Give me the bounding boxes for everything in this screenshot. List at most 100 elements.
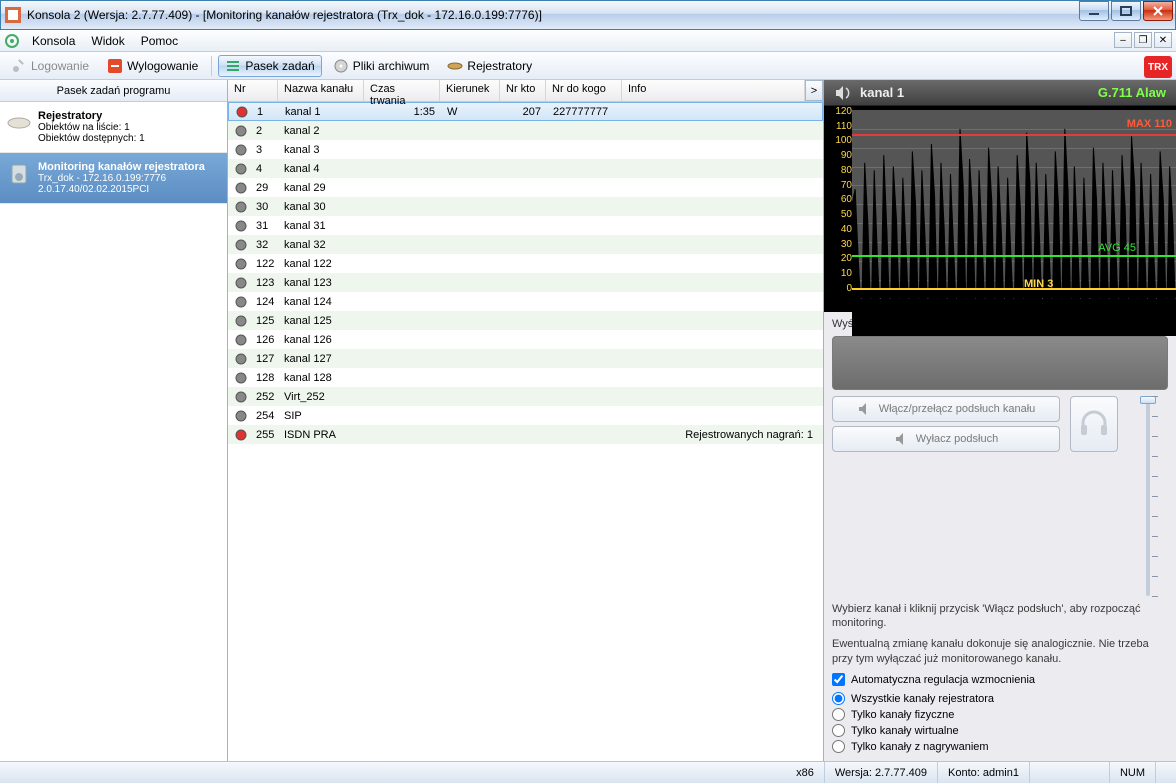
record-idle-icon: [234, 162, 248, 176]
mdi-restore[interactable]: ❐: [1134, 32, 1152, 48]
menu-pomoc[interactable]: Pomoc: [133, 32, 186, 50]
agc-input[interactable]: [832, 673, 845, 686]
device-icon: [447, 58, 463, 74]
table-row[interactable]: 254 SIP: [228, 406, 823, 425]
headphones-icon: [1077, 407, 1111, 441]
filter-radio-input[interactable]: [832, 708, 845, 721]
menu-widok[interactable]: Widok: [83, 32, 132, 50]
agc-label: Automatyczna regulacja wzmocnienia: [851, 674, 1035, 686]
archive-label: Pliki archiwum: [353, 59, 430, 73]
toolbar-separator: [211, 56, 212, 76]
sidebar-title: Pasek zadań programu: [0, 80, 227, 102]
stop-listen-button[interactable]: Wyłacz podsłuch: [832, 426, 1060, 452]
record-idle-icon: [234, 371, 248, 385]
sidebar-item[interactable]: Monitoring kanałów rejestratoraTrx_dok -…: [0, 153, 227, 204]
maximize-button[interactable]: [1111, 1, 1141, 21]
record-active-icon: [235, 105, 249, 119]
speaker-small-icon: [857, 401, 873, 417]
chart-codec: G.711 Alaw: [1098, 85, 1166, 100]
stop-listen-label: Wyłacz podsłuch: [916, 433, 998, 445]
table-row[interactable]: 123 kanal 123: [228, 273, 823, 292]
table-row[interactable]: 128 kanal 128: [228, 368, 823, 387]
filter-radio[interactable]: Tylko kanały wirtualne: [832, 724, 1168, 737]
speaker-mute-icon: [894, 431, 910, 447]
status-account: Konto: admin1: [938, 762, 1030, 783]
login-label: Logowanie: [31, 59, 89, 73]
record-idle-icon: [234, 238, 248, 252]
menu-konsola[interactable]: Konsola: [24, 32, 83, 50]
recorders-button[interactable]: Rejestratory: [440, 55, 539, 77]
agc-checkbox[interactable]: Automatyczna regulacja wzmocnienia: [832, 673, 1168, 686]
record-idle-icon: [234, 181, 248, 195]
table-row[interactable]: 4 kanal 4: [228, 159, 823, 178]
avg-line: [852, 255, 1176, 257]
mdi-minimize[interactable]: ‒: [1114, 32, 1132, 48]
col-dir[interactable]: Kierunek: [440, 80, 500, 101]
col-info[interactable]: Info: [622, 80, 805, 101]
col-to[interactable]: Nr do kogo: [546, 80, 622, 101]
table-row[interactable]: 127 kanal 127: [228, 349, 823, 368]
sidebar-item[interactable]: RejestratoryObiektów na liście: 1Obiektó…: [0, 102, 227, 153]
col-name[interactable]: Nazwa kanału: [278, 80, 364, 101]
brand-logo: TRX: [1144, 56, 1172, 78]
disc-icon: [333, 58, 349, 74]
status-arch: x86: [786, 762, 825, 783]
level-chart: kanal 1 G.711 Alaw 120110100908070605040…: [824, 80, 1176, 312]
filter-radio[interactable]: Tylko kanały fizyczne: [832, 708, 1168, 721]
table-row[interactable]: 3 kanal 3: [228, 140, 823, 159]
table-row[interactable]: 31 kanal 31: [228, 216, 823, 235]
table-row[interactable]: 255 ISDN PRA Rejestrowanych nagrań: 1: [228, 425, 823, 444]
speaker-icon: [834, 84, 852, 102]
table-row[interactable]: 1 kanal 1 1:35 W 207 227777777: [228, 102, 823, 121]
record-idle-icon: [234, 219, 248, 233]
toolbar: Logowanie Wylogowanie Pasek zadań Pliki …: [0, 52, 1176, 80]
table-row[interactable]: 30 kanal 30: [228, 197, 823, 216]
archive-button[interactable]: Pliki archiwum: [326, 55, 437, 77]
filter-radio-input[interactable]: [832, 740, 845, 753]
col-nr[interactable]: Nr: [228, 80, 278, 101]
scroll-right-button[interactable]: >: [805, 80, 823, 101]
col-dur[interactable]: Czas trwania: [364, 80, 440, 101]
mdi-close[interactable]: ✕: [1154, 32, 1172, 48]
table-row[interactable]: 252 Virt_252: [228, 387, 823, 406]
minimize-button[interactable]: [1079, 1, 1109, 21]
table-row[interactable]: 125 kanal 125: [228, 311, 823, 330]
status-grip: [1156, 762, 1176, 783]
table-row[interactable]: 124 kanal 124: [228, 292, 823, 311]
right-panel: kanal 1 G.711 Alaw 120110100908070605040…: [824, 80, 1176, 761]
app-icon: [5, 7, 21, 23]
min-label: MIN 3: [1024, 278, 1053, 290]
login-button[interactable]: Logowanie: [4, 55, 96, 77]
logout-label: Wylogowanie: [127, 59, 198, 73]
app-small-icon: [4, 33, 20, 49]
titlebar: Konsola 2 (Wersja: 2.7.77.409) - [Monito…: [0, 0, 1176, 30]
logout-button[interactable]: Wylogowanie: [100, 55, 205, 77]
listen-button[interactable]: Włącz/przełącz podsłuch kanału: [832, 396, 1060, 422]
close-button[interactable]: [1143, 1, 1173, 21]
window-title: Konsola 2 (Wersja: 2.7.77.409) - [Monito…: [27, 8, 1171, 22]
table-row[interactable]: 2 kanal 2: [228, 121, 823, 140]
col-who[interactable]: Nr kto: [500, 80, 546, 101]
help-text-1: Wybierz kanał i kliknij przycisk 'Włącz …: [832, 602, 1168, 632]
table-row[interactable]: 126 kanal 126: [228, 330, 823, 349]
max-line: [852, 134, 1176, 136]
filter-radio[interactable]: Tylko kanały z nagrywaniem: [832, 740, 1168, 753]
volume-slider[interactable]: [1128, 396, 1168, 596]
record-idle-icon: [234, 124, 248, 138]
filter-radio-input[interactable]: [832, 724, 845, 737]
record-idle-icon: [234, 295, 248, 309]
table-row[interactable]: 32 kanal 32: [228, 235, 823, 254]
table-row[interactable]: 29 kanal 29: [228, 178, 823, 197]
table-row[interactable]: 122 kanal 122: [228, 254, 823, 273]
filter-radio[interactable]: Wszystkie kanały rejestratora: [832, 692, 1168, 705]
max-label: MAX 110: [1127, 118, 1172, 130]
channel-list: Nr Nazwa kanału Czas trwania Kierunek Nr…: [228, 80, 824, 761]
record-idle-icon: [234, 390, 248, 404]
record-idle-icon: [234, 143, 248, 157]
min-line: [852, 288, 1176, 290]
filter-radio-input[interactable]: [832, 692, 845, 705]
taskbar-button[interactable]: Pasek zadań: [218, 55, 321, 77]
record-idle-icon: [234, 257, 248, 271]
headphones-indicator: [1070, 396, 1118, 452]
device-icon: [6, 110, 32, 136]
